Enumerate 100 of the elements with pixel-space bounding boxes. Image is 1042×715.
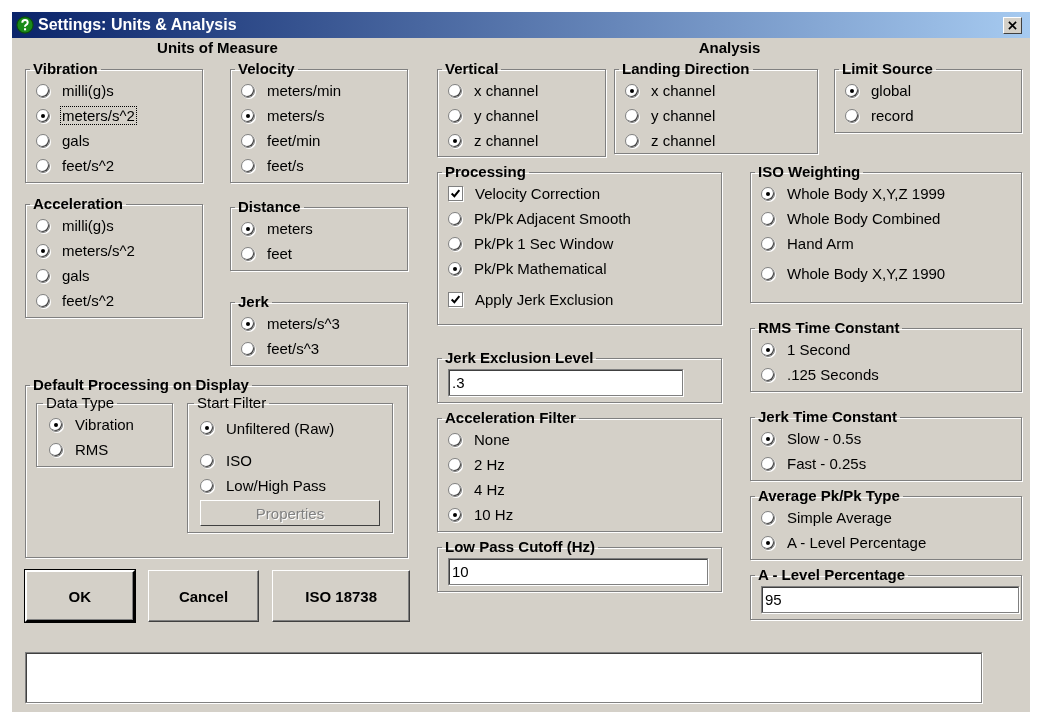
option-label[interactable]: Vibration: [73, 415, 136, 434]
option-label[interactable]: RMS: [73, 440, 111, 459]
radio-button[interactable]: [761, 535, 775, 550]
radio-button[interactable]: [36, 268, 50, 283]
radio-button[interactable]: [761, 211, 775, 226]
radio-button[interactable]: [761, 367, 775, 382]
option-label[interactable]: Simple Average: [785, 508, 894, 527]
option-label[interactable]: ISO: [224, 451, 254, 470]
radio-button[interactable]: [36, 158, 50, 173]
option-label[interactable]: feet/min: [265, 131, 323, 150]
option-label[interactable]: Pk/Pk Adjacent Smooth: [472, 209, 633, 228]
radio-button[interactable]: [36, 293, 50, 308]
radio-button[interactable]: [36, 218, 50, 233]
option-label[interactable]: Whole Body X,Y,Z 1990: [785, 264, 948, 283]
radio-button[interactable]: [845, 108, 859, 123]
radio-button[interactable]: [761, 266, 775, 281]
option-label[interactable]: meters/min: [265, 81, 344, 100]
option-label[interactable]: global: [869, 81, 914, 100]
option-label[interactable]: Fast - 0.25s: [785, 454, 869, 473]
radio-button[interactable]: [761, 510, 775, 525]
option-label[interactable]: Hand Arm: [785, 234, 856, 253]
radio-button[interactable]: [200, 478, 214, 493]
radio-button[interactable]: [448, 261, 462, 276]
option-label[interactable]: None: [472, 430, 512, 449]
radio-button[interactable]: [761, 431, 775, 446]
radio-button[interactable]: [241, 246, 255, 261]
option-label[interactable]: feet/s: [265, 156, 306, 175]
radio-button[interactable]: [448, 211, 462, 226]
checkbox[interactable]: [448, 186, 463, 201]
option-label[interactable]: feet/s^2: [60, 156, 117, 175]
option-label[interactable]: meters/s^2: [60, 106, 137, 125]
option-label[interactable]: y channel: [649, 106, 718, 125]
option-label[interactable]: gals: [60, 266, 92, 285]
option-label[interactable]: 2 Hz: [472, 455, 507, 474]
option-label[interactable]: Slow - 0.5s: [785, 429, 864, 448]
radio-button[interactable]: [241, 221, 255, 236]
radio-button[interactable]: [448, 83, 462, 98]
radio-button[interactable]: [448, 432, 462, 447]
radio-button[interactable]: [761, 456, 775, 471]
input-field[interactable]: .3: [448, 369, 683, 396]
option-label[interactable]: x channel: [472, 81, 541, 100]
option-label[interactable]: z channel: [472, 131, 541, 150]
option-label[interactable]: 1 Second: [785, 340, 853, 359]
radio-button[interactable]: [200, 421, 214, 435]
radio-button[interactable]: [448, 457, 462, 472]
option-label[interactable]: 10 Hz: [472, 505, 516, 524]
option-label[interactable]: 4 Hz: [472, 480, 507, 499]
dialog-button[interactable]: ISO 18738: [272, 570, 410, 622]
radio-button[interactable]: [241, 83, 255, 98]
option-label[interactable]: gals: [60, 131, 92, 150]
option-label[interactable]: A - Level Percentage: [785, 533, 929, 552]
radio-button[interactable]: [241, 341, 255, 356]
option-label[interactable]: Whole Body X,Y,Z 1999: [785, 184, 948, 203]
radio-button[interactable]: [36, 133, 50, 148]
radio-button[interactable]: [241, 108, 255, 123]
option-label[interactable]: y channel: [472, 106, 541, 125]
radio-button[interactable]: [625, 83, 639, 98]
option-label[interactable]: milli(g)s: [60, 216, 116, 235]
radio-button[interactable]: [845, 83, 859, 98]
option-label[interactable]: meters: [265, 219, 315, 238]
option-label[interactable]: Pk/Pk 1 Sec Window: [472, 234, 616, 253]
dialog-button[interactable]: Cancel: [147, 570, 260, 622]
option-label[interactable]: Velocity Correction: [473, 184, 603, 203]
dialog-button[interactable]: OK: [25, 570, 135, 622]
radio-button[interactable]: [448, 482, 462, 497]
option-label[interactable]: Whole Body Combined: [785, 209, 943, 228]
option-label[interactable]: feet: [265, 244, 295, 263]
option-label[interactable]: z channel: [649, 131, 718, 150]
input-field[interactable]: 95: [761, 586, 1019, 613]
option-label[interactable]: Unfiltered (Raw): [224, 418, 337, 438]
option-label[interactable]: .125 Seconds: [785, 365, 881, 384]
checkbox[interactable]: [448, 292, 463, 307]
option-label[interactable]: record: [869, 106, 916, 125]
radio-button[interactable]: [36, 243, 50, 258]
option-label[interactable]: feet/s^2: [60, 291, 117, 310]
radio-button[interactable]: [625, 108, 639, 123]
option-label[interactable]: meters/s^3: [265, 314, 342, 333]
option-label[interactable]: feet/s^3: [265, 339, 322, 358]
close-button[interactable]: [1003, 16, 1022, 34]
option-label[interactable]: meters/s: [265, 106, 327, 125]
option-label[interactable]: Pk/Pk Mathematical: [472, 259, 609, 278]
radio-button[interactable]: [200, 453, 214, 468]
input-field[interactable]: 10: [448, 558, 708, 585]
radio-button[interactable]: [761, 342, 775, 357]
radio-button[interactable]: [448, 108, 462, 123]
radio-button[interactable]: [761, 186, 775, 201]
radio-button[interactable]: [49, 442, 63, 457]
radio-button[interactable]: [448, 133, 462, 148]
option-label[interactable]: meters/s^2: [60, 241, 137, 260]
option-label[interactable]: x channel: [649, 81, 718, 100]
radio-button[interactable]: [241, 158, 255, 173]
option-label[interactable]: Apply Jerk Exclusion: [473, 290, 616, 309]
radio-button[interactable]: [625, 133, 639, 148]
radio-button[interactable]: [448, 236, 462, 251]
radio-button[interactable]: [36, 83, 50, 98]
radio-button[interactable]: [448, 507, 462, 522]
radio-button[interactable]: [241, 316, 255, 331]
radio-button[interactable]: [241, 133, 255, 148]
radio-button[interactable]: [49, 417, 63, 432]
option-label[interactable]: milli(g)s: [60, 81, 116, 100]
